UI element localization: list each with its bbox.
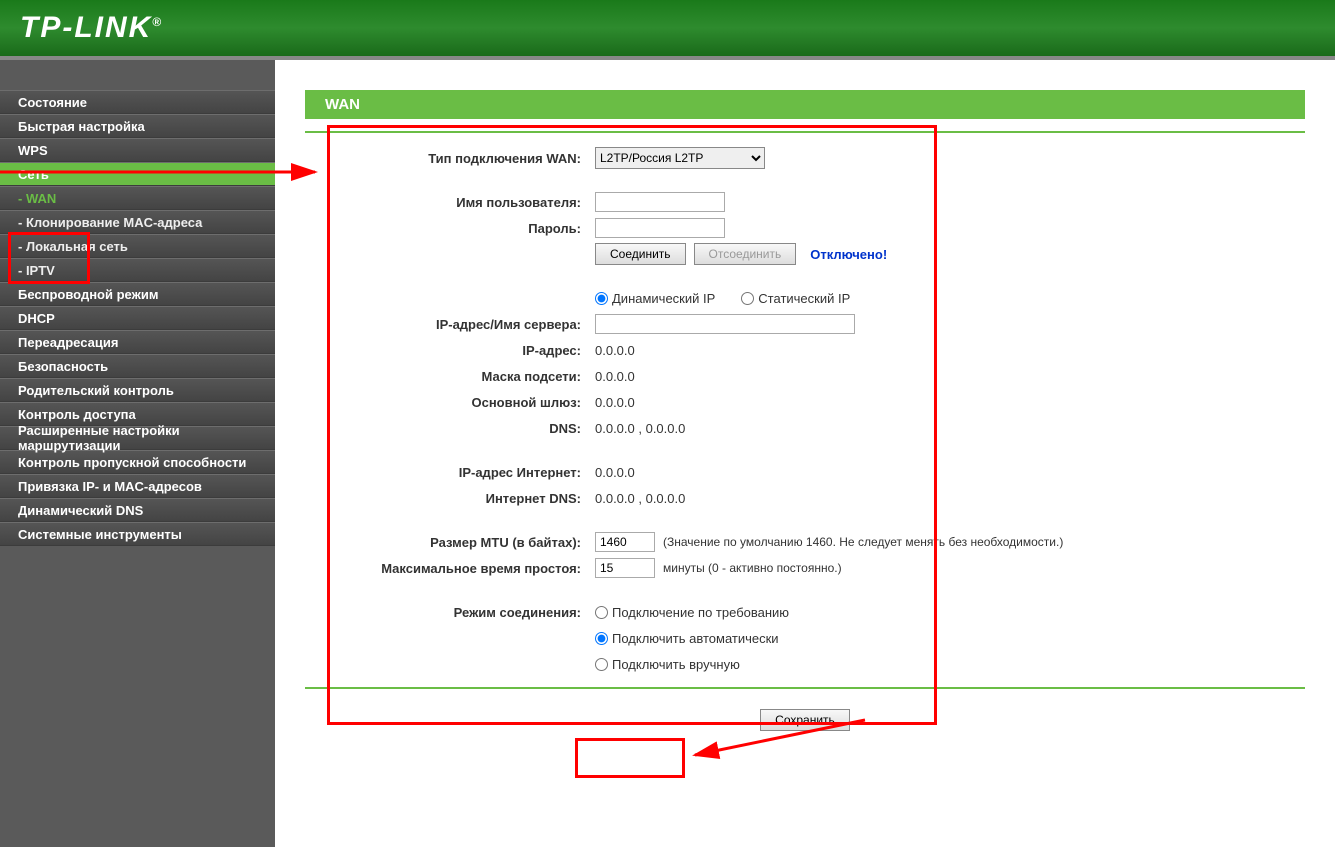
input-mtu[interactable] <box>595 532 655 552</box>
label-dns: DNS: <box>335 421 595 436</box>
disconnect-button[interactable]: Отсоединить <box>694 243 797 265</box>
label-conn-mode: Режим соединения: <box>335 605 595 620</box>
sidebar-item-5[interactable]: - Клонирование MAC-адреса <box>0 210 275 234</box>
sidebar-item-10[interactable]: Переадресация <box>0 330 275 354</box>
radio-dynamic-ip[interactable] <box>595 292 608 305</box>
sidebar-item-7[interactable]: - IPTV <box>0 258 275 282</box>
sidebar-item-14[interactable]: Расширенные настройки маршрутизации <box>0 426 275 450</box>
sidebar-item-6[interactable]: - Локальная сеть <box>0 234 275 258</box>
connect-button[interactable]: Соединить <box>595 243 686 265</box>
label-wan-type: Тип подключения WAN: <box>335 151 595 166</box>
radio-mode-auto[interactable] <box>595 632 608 645</box>
sidebar-item-11[interactable]: Безопасность <box>0 354 275 378</box>
input-password[interactable] <box>595 218 725 238</box>
value-inet-ip: 0.0.0.0 <box>595 465 635 480</box>
value-inet-dns: 0.0.0.0 , 0.0.0.0 <box>595 491 685 506</box>
logo: TP-LINK® <box>20 11 163 45</box>
page-title: WAN <box>305 90 1305 119</box>
sidebar-item-17[interactable]: Динамический DNS <box>0 498 275 522</box>
radio-static-ip-wrap[interactable]: Статический IP <box>741 291 850 306</box>
input-server[interactable] <box>595 314 855 334</box>
sidebar-item-1[interactable]: Быстрая настройка <box>0 114 275 138</box>
label-server: IP-адрес/Имя сервера: <box>335 317 595 332</box>
radio-static-ip[interactable] <box>741 292 754 305</box>
hint-idle: минуты (0 - активно постоянно.) <box>663 561 842 575</box>
sidebar-item-18[interactable]: Системные инструменты <box>0 522 275 546</box>
label-ip: IP-адрес: <box>335 343 595 358</box>
status-text: Отключено! <box>810 247 887 262</box>
radio-mode-auto-label: Подключить автоматически <box>612 631 779 646</box>
sidebar-item-12[interactable]: Родительский контроль <box>0 378 275 402</box>
label-password: Пароль: <box>335 221 595 236</box>
radio-dynamic-ip-wrap[interactable]: Динамический IP <box>595 291 715 306</box>
radio-mode-demand[interactable] <box>595 606 608 619</box>
radio-static-ip-label: Статический IP <box>758 291 850 306</box>
radio-mode-demand-label: Подключение по требованию <box>612 605 789 620</box>
label-inet-dns: Интернет DNS: <box>335 491 595 506</box>
sidebar-item-8[interactable]: Беспроводной режим <box>0 282 275 306</box>
label-idle: Максимальное время простоя: <box>335 561 595 576</box>
value-ip: 0.0.0.0 <box>595 343 635 358</box>
input-idle[interactable] <box>595 558 655 578</box>
input-username[interactable] <box>595 192 725 212</box>
divider-bottom <box>305 687 1305 689</box>
sidebar-item-3[interactable]: Сеть <box>0 162 275 186</box>
value-gateway: 0.0.0.0 <box>595 395 635 410</box>
sidebar-item-0[interactable]: Состояние <box>0 90 275 114</box>
sidebar: СостояниеБыстрая настройкаWPSСеть- WAN- … <box>0 60 275 847</box>
value-dns: 0.0.0.0 , 0.0.0.0 <box>595 421 685 436</box>
label-gateway: Основной шлюз: <box>335 395 595 410</box>
radio-mode-demand-wrap[interactable]: Подключение по требованию <box>595 605 789 620</box>
label-username: Имя пользователя: <box>335 195 595 210</box>
radio-dynamic-ip-label: Динамический IP <box>612 291 715 306</box>
radio-mode-manual-label: Подключить вручную <box>612 657 740 672</box>
radio-mode-auto-wrap[interactable]: Подключить автоматически <box>595 631 779 646</box>
divider-top <box>305 131 1305 133</box>
hint-mtu: (Значение по умолчанию 1460. Не следует … <box>663 535 1063 549</box>
radio-mode-manual[interactable] <box>595 658 608 671</box>
sidebar-item-16[interactable]: Привязка IP- и MAC-адресов <box>0 474 275 498</box>
select-wan-type[interactable]: L2TP/Россия L2TP <box>595 147 765 169</box>
label-inet-ip: IP-адрес Интернет: <box>335 465 595 480</box>
save-button[interactable]: Сохранить <box>760 709 850 731</box>
value-mask: 0.0.0.0 <box>595 369 635 384</box>
header-bar: TP-LINK® <box>0 0 1335 60</box>
sidebar-item-2[interactable]: WPS <box>0 138 275 162</box>
sidebar-item-9[interactable]: DHCP <box>0 306 275 330</box>
sidebar-item-4[interactable]: - WAN <box>0 186 275 210</box>
radio-mode-manual-wrap[interactable]: Подключить вручную <box>595 657 740 672</box>
sidebar-item-15[interactable]: Контроль пропускной способности <box>0 450 275 474</box>
label-mtu: Размер MTU (в байтах): <box>335 535 595 550</box>
label-mask: Маска подсети: <box>335 369 595 384</box>
